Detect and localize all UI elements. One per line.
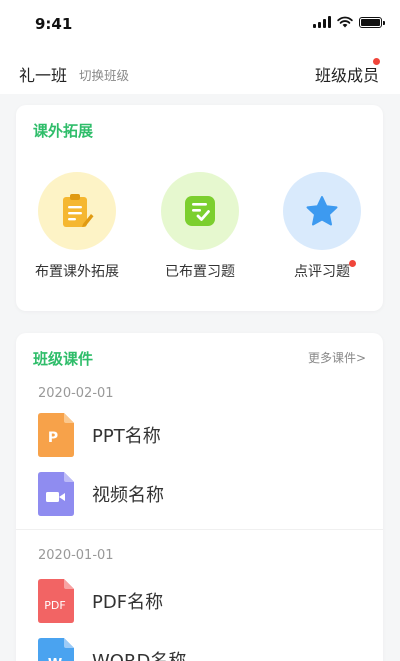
extension-title: 课外拓展 — [33, 122, 94, 140]
more-courseware-link[interactable]: 更多课件> — [308, 349, 366, 366]
app-screen: 9:41 礼一班 切换班级 班级成员 课外拓展 布置课外拓展 已布置习题 点评习… — [0, 0, 400, 661]
pdf-file-icon: PDF — [38, 579, 74, 623]
svg-text:P: P — [48, 430, 58, 446]
cellular-signal-icon — [313, 16, 331, 28]
extension-card: 课外拓展 布置课外拓展 已布置习题 点评习题 — [16, 105, 383, 311]
video-file-icon — [38, 472, 74, 516]
assign-extension-button[interactable]: 布置课外拓展 — [22, 172, 132, 281]
file-name: WORD名称 — [92, 647, 186, 661]
date-label: 2020-01-01 — [38, 548, 114, 563]
status-bar: 9:41 — [0, 0, 400, 50]
file-name: PDF名称 — [92, 592, 164, 613]
status-icons — [313, 16, 385, 28]
file-item-pdf[interactable]: PDF PDF名称 — [38, 579, 358, 623]
svg-text:W: W — [48, 657, 62, 661]
ppt-file-icon: P — [38, 413, 74, 457]
svg-text:PDF: PDF — [44, 599, 65, 612]
class-header: 礼一班 切换班级 班级成员 — [0, 50, 400, 94]
clipboard-edit-icon — [63, 194, 94, 227]
battery-level — [361, 18, 380, 26]
class-members-button[interactable]: 班级成员 — [315, 62, 379, 86]
wifi-icon — [337, 16, 353, 28]
group-divider — [16, 529, 383, 530]
class-name: 礼一班 — [19, 66, 68, 85]
assign-extension-circle — [38, 172, 116, 250]
assign-extension-label: 布置课外拓展 — [35, 264, 119, 280]
courseware-title: 班级课件 — [33, 350, 94, 368]
assigned-exercises-circle — [161, 172, 239, 250]
review-notification-dot — [349, 260, 356, 267]
battery-icon — [359, 16, 385, 28]
assigned-exercises-label: 已布置习题 — [165, 264, 235, 280]
word-file-icon: W — [38, 638, 74, 661]
file-item-word[interactable]: W WORD名称 — [38, 638, 358, 661]
star-icon — [306, 196, 338, 226]
file-item-video[interactable]: 视频名称 — [38, 472, 358, 516]
file-item-ppt[interactable]: P PPT名称 — [38, 413, 358, 457]
file-name: 视频名称 — [92, 485, 164, 506]
file-name: PPT名称 — [92, 426, 161, 447]
members-notification-dot — [373, 58, 380, 65]
status-time: 9:41 — [35, 15, 73, 33]
checklist-icon — [185, 196, 215, 226]
review-exercises-circle — [283, 172, 361, 250]
date-label: 2020-02-01 — [38, 386, 114, 401]
assigned-exercises-button[interactable]: 已布置习题 — [145, 172, 255, 281]
review-exercises-button[interactable]: 点评习题 — [267, 172, 377, 281]
review-exercises-label: 点评习题 — [294, 260, 356, 281]
courseware-card: 班级课件 更多课件> 2020-02-01 P PPT名称 视频名称 2020-… — [16, 333, 383, 661]
switch-class-link[interactable]: 切换班级 — [79, 65, 129, 84]
